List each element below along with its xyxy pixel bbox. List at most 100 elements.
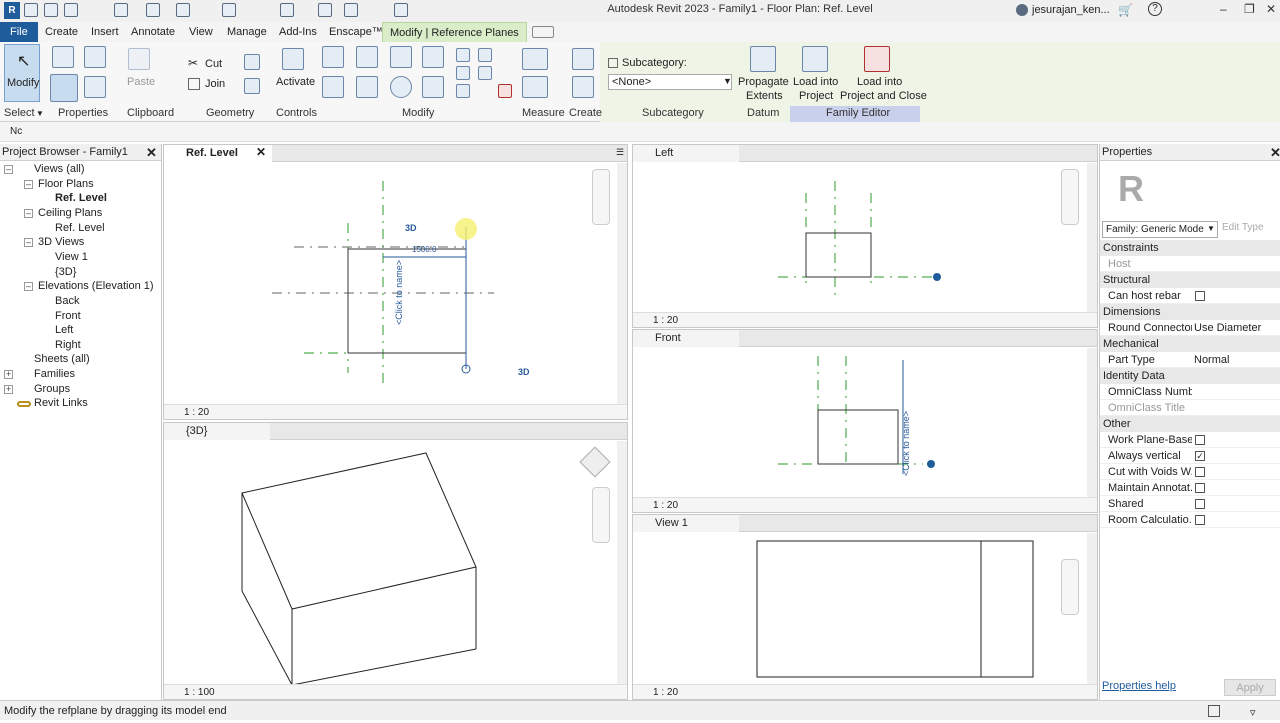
- tree-3d[interactable]: {3D}: [55, 266, 76, 278]
- work-plane-checkbox[interactable]: [1195, 435, 1205, 445]
- left-canvas[interactable]: [633, 163, 1063, 313]
- load-into-project-icon[interactable]: [802, 46, 828, 72]
- propagate-extents-icon[interactable]: [750, 46, 776, 72]
- tree-right[interactable]: Right: [55, 339, 81, 351]
- view1-canvas[interactable]: [633, 533, 1063, 685]
- scale-label[interactable]: 1 : 100: [184, 685, 215, 700]
- user-name[interactable]: jesurajan_ken...: [1032, 4, 1110, 16]
- open-icon[interactable]: [24, 3, 38, 17]
- section-mechanical[interactable]: Mechanical: [1100, 336, 1280, 352]
- vertical-scrollbar[interactable]: [1087, 348, 1097, 498]
- activate-button[interactable]: Activate: [276, 76, 315, 88]
- tree-ceiling-ref-level[interactable]: Ref. Level: [55, 222, 105, 234]
- filter-icon[interactable]: ▿: [1250, 703, 1256, 723]
- edit-type-button[interactable]: Edit Type: [1222, 222, 1264, 233]
- close-icon[interactable]: ✕: [146, 145, 157, 161]
- section-constraints[interactable]: Constraints: [1100, 240, 1280, 256]
- measure-tool-icon[interactable]: [522, 48, 548, 70]
- tree-views-all[interactable]: Views (all): [34, 163, 85, 175]
- view-menu-icon[interactable]: ☰: [616, 147, 624, 158]
- expand-icon[interactable]: +: [4, 385, 13, 394]
- family-category-icon[interactable]: [84, 76, 106, 98]
- propagate-label-1[interactable]: Propagate: [738, 76, 789, 88]
- collapse-icon[interactable]: –: [24, 180, 33, 189]
- collapse-icon[interactable]: –: [24, 238, 33, 247]
- cart-icon[interactable]: 🛒: [1118, 3, 1133, 17]
- tab-create[interactable]: Create: [38, 22, 85, 42]
- tree-ceiling-plans[interactable]: Ceiling Plans: [38, 207, 102, 219]
- tab-view-1[interactable]: View 1: [633, 515, 739, 532]
- navigation-bar[interactable]: [592, 487, 610, 543]
- tab-3d[interactable]: {3D}: [164, 423, 270, 440]
- tab-modify-reference-planes[interactable]: Modify | Reference Planes: [382, 22, 527, 42]
- scale-label[interactable]: 1 : 20: [653, 685, 678, 700]
- prop-value[interactable]: Normal: [1194, 352, 1229, 368]
- type-selector[interactable]: Family: Generic Model ▼: [1102, 221, 1218, 238]
- vertical-scrollbar[interactable]: [617, 441, 627, 685]
- view-front[interactable]: Front <Click to name> 1 : 20: [632, 329, 1098, 513]
- copy-icon[interactable]: [356, 76, 378, 98]
- view-cube-icon[interactable]: [579, 446, 611, 478]
- vertical-scrollbar[interactable]: [1087, 533, 1097, 685]
- tree-elevations[interactable]: Elevations (Elevation 1): [38, 280, 154, 292]
- create-group-icon[interactable]: [572, 76, 594, 98]
- mirror-axis-icon[interactable]: [390, 46, 412, 68]
- front-canvas[interactable]: [633, 348, 1063, 498]
- navigation-bar[interactable]: [1061, 559, 1079, 615]
- propagate-label-2[interactable]: Extents: [746, 90, 783, 102]
- tag-icon[interactable]: [280, 3, 294, 17]
- scale-icon[interactable]: [456, 84, 470, 98]
- tree-view-1[interactable]: View 1: [55, 251, 88, 263]
- tab-front[interactable]: Front: [633, 330, 739, 347]
- section-identity-data[interactable]: Identity Data: [1100, 368, 1280, 384]
- collapse-icon[interactable]: –: [4, 165, 13, 174]
- properties-icon[interactable]: [50, 74, 78, 102]
- mirror-draw-icon[interactable]: [422, 46, 444, 68]
- subcategory-dropdown[interactable]: <None> ▼: [608, 74, 732, 90]
- close-icon[interactable]: ✕: [256, 145, 266, 159]
- revit-logo-icon[interactable]: R: [4, 2, 20, 19]
- tab-left[interactable]: Left: [633, 145, 739, 162]
- tree-revit-links[interactable]: Revit Links: [34, 397, 88, 409]
- scale-label[interactable]: 1 : 20: [653, 498, 678, 513]
- delete-icon[interactable]: [498, 84, 512, 98]
- collapse-icon[interactable]: –: [24, 282, 33, 291]
- view-left[interactable]: Left 1 : 20: [632, 144, 1098, 328]
- split-icon[interactable]: [456, 48, 470, 62]
- move-icon[interactable]: [322, 76, 344, 98]
- tab-insert[interactable]: Insert: [84, 22, 126, 42]
- tab-annotate[interactable]: Annotate: [124, 22, 182, 42]
- trim-extend-icon[interactable]: [422, 76, 444, 98]
- join-button[interactable]: Join: [205, 78, 225, 90]
- activate-icon[interactable]: [282, 48, 304, 70]
- user-icon[interactable]: [1016, 4, 1028, 16]
- tree-front[interactable]: Front: [55, 310, 81, 322]
- family-types-icon[interactable]: [84, 46, 106, 68]
- text-icon[interactable]: [318, 3, 332, 17]
- navigation-bar[interactable]: [1061, 169, 1079, 225]
- load-project-label-2[interactable]: Project: [799, 90, 833, 102]
- cut-button[interactable]: Cut: [205, 58, 222, 70]
- restore-icon[interactable]: ❐: [1244, 2, 1255, 16]
- wall-join-icon[interactable]: [244, 54, 260, 70]
- section-other[interactable]: Other: [1100, 416, 1280, 432]
- tab-view[interactable]: View: [182, 22, 220, 42]
- type-properties-icon[interactable]: [52, 46, 74, 68]
- undo-icon[interactable]: [114, 3, 128, 17]
- load-and-close-icon[interactable]: [864, 46, 890, 72]
- always-vertical-checkbox[interactable]: ✓: [1195, 451, 1205, 461]
- scale-label[interactable]: 1 : 20: [184, 405, 209, 420]
- close-icon[interactable]: ✕: [1270, 145, 1280, 161]
- sync-icon[interactable]: [64, 3, 78, 17]
- tab-manage[interactable]: Manage: [220, 22, 274, 42]
- shared-checkbox[interactable]: [1195, 499, 1205, 509]
- dimension-icon[interactable]: [522, 76, 548, 98]
- scale-label[interactable]: 1 : 20: [653, 313, 678, 328]
- view-view-1[interactable]: View 1 1 : 20: [632, 514, 1098, 700]
- modify-button[interactable]: ↖ Modify: [4, 44, 40, 102]
- tree-3d-views[interactable]: 3D Views: [38, 236, 84, 248]
- measure-icon[interactable]: [222, 3, 236, 17]
- print-icon[interactable]: [176, 3, 190, 17]
- create-similar-icon[interactable]: [572, 48, 594, 70]
- properties-help-link[interactable]: Properties help: [1102, 680, 1176, 692]
